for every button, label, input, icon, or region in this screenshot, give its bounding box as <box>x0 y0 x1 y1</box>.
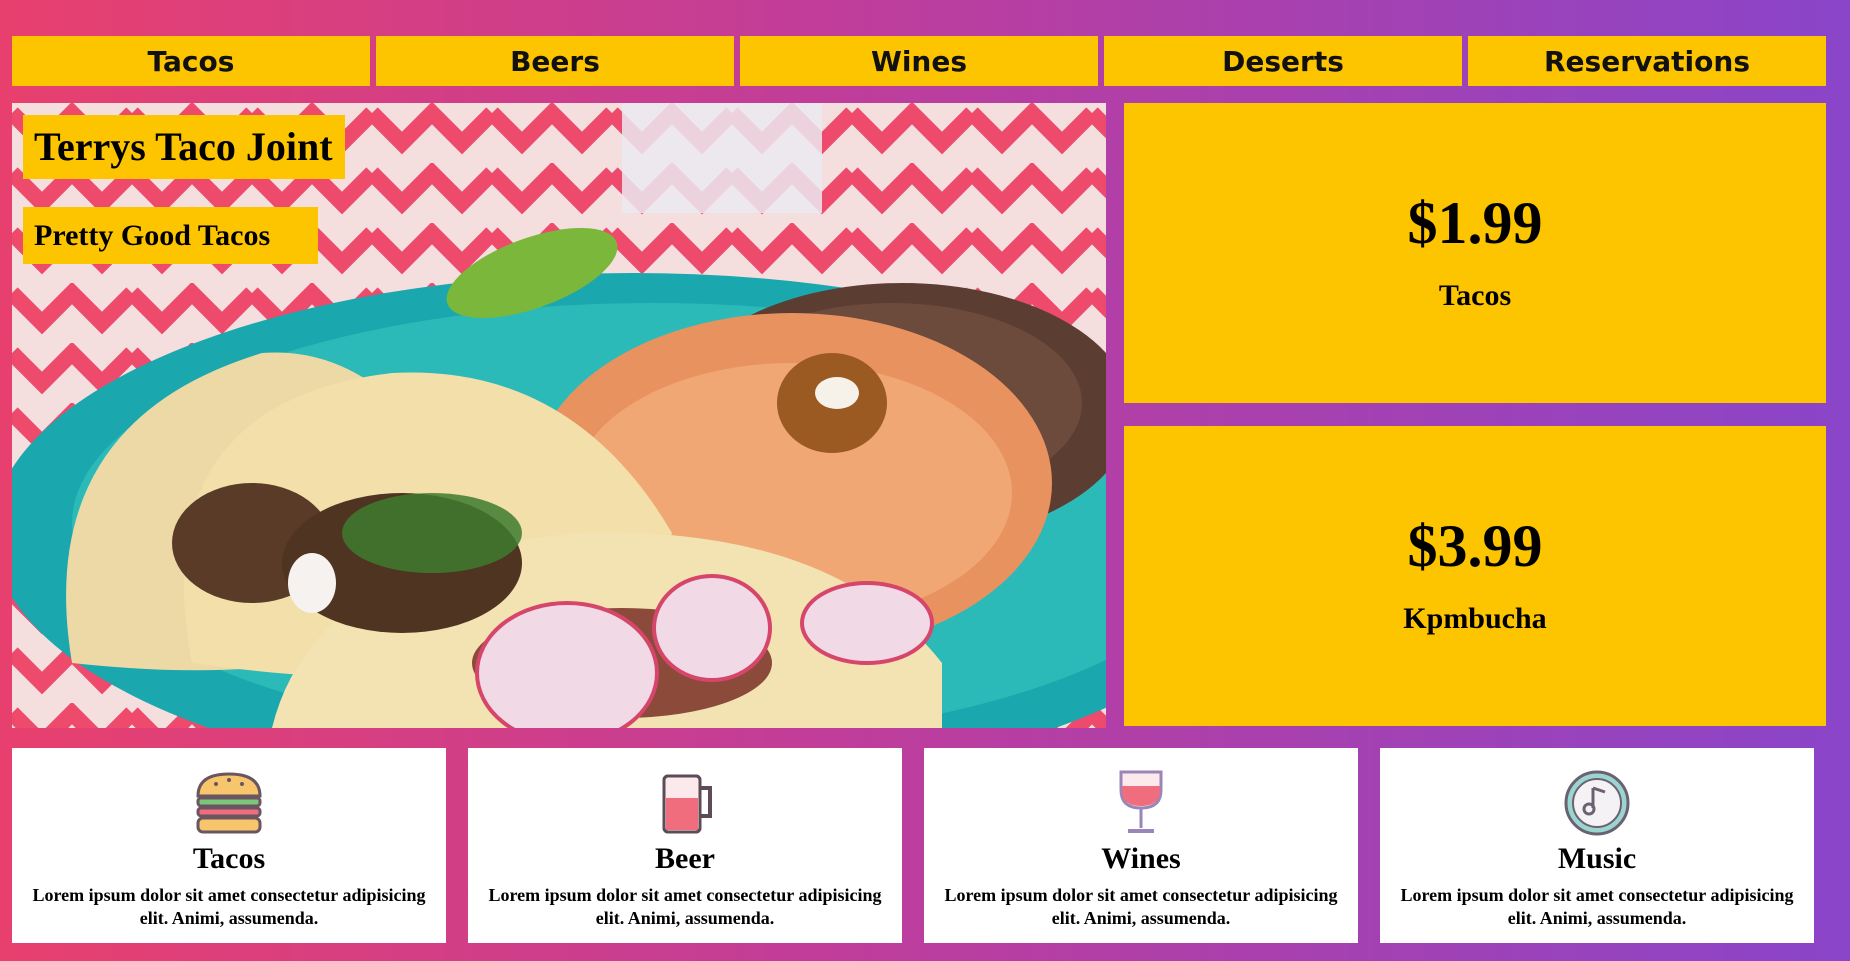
feature-card-beer: Beer Lorem ipsum dolor sit amet consecte… <box>468 748 902 943</box>
price-value: $3.99 <box>1407 513 1543 579</box>
burger-icon <box>196 772 262 834</box>
nav-reservations[interactable]: Reservations <box>1468 36 1826 86</box>
wine-glass-icon <box>1119 770 1163 833</box>
card-text: Lorem ipsum dolor sit amet consectetur a… <box>944 885 1338 928</box>
price-label: Tacos <box>1438 279 1512 312</box>
price-value: $1.99 <box>1407 190 1543 256</box>
restaurant-name: Terrys Taco Joint <box>23 115 345 179</box>
beer-mug-icon <box>662 774 712 834</box>
price-card-kombucha: $3.99 Kpmbucha <box>1124 426 1826 726</box>
card-title: Music <box>1557 842 1637 875</box>
hero-image: Terrys Taco Joint Pretty Good Tacos <box>12 103 1106 728</box>
nav-beers[interactable]: Beers <box>376 36 734 86</box>
feature-card-tacos: Tacos Lorem ipsum dolor sit amet consect… <box>12 748 446 943</box>
restaurant-tagline: Pretty Good Tacos <box>23 207 319 264</box>
feature-cards: Tacos Lorem ipsum dolor sit amet consect… <box>12 748 1814 943</box>
card-title: Wines <box>1101 842 1181 875</box>
card-text: Lorem ipsum dolor sit amet consectetur a… <box>488 885 882 928</box>
card-text: Lorem ipsum dolor sit amet consectetur a… <box>1400 885 1794 928</box>
card-title: Beer <box>655 842 715 875</box>
price-label: Kpmbucha <box>1403 602 1547 635</box>
nav-deserts[interactable]: Deserts <box>1104 36 1462 86</box>
tacos-plate-illustration <box>12 103 1106 728</box>
feature-card-wines: Wines Lorem ipsum dolor sit amet consect… <box>924 748 1358 943</box>
price-card-tacos: $1.99 Tacos <box>1124 103 1826 403</box>
card-text: Lorem ipsum dolor sit amet consectetur a… <box>32 885 426 928</box>
music-note-icon <box>1564 770 1630 836</box>
feature-card-music: Music Lorem ipsum dolor sit amet consect… <box>1380 748 1814 943</box>
main-nav: Tacos Beers Wines Deserts Reservations <box>12 36 1826 86</box>
nav-tacos[interactable]: Tacos <box>12 36 370 86</box>
card-title: Tacos <box>192 842 266 875</box>
nav-wines[interactable]: Wines <box>740 36 1098 86</box>
